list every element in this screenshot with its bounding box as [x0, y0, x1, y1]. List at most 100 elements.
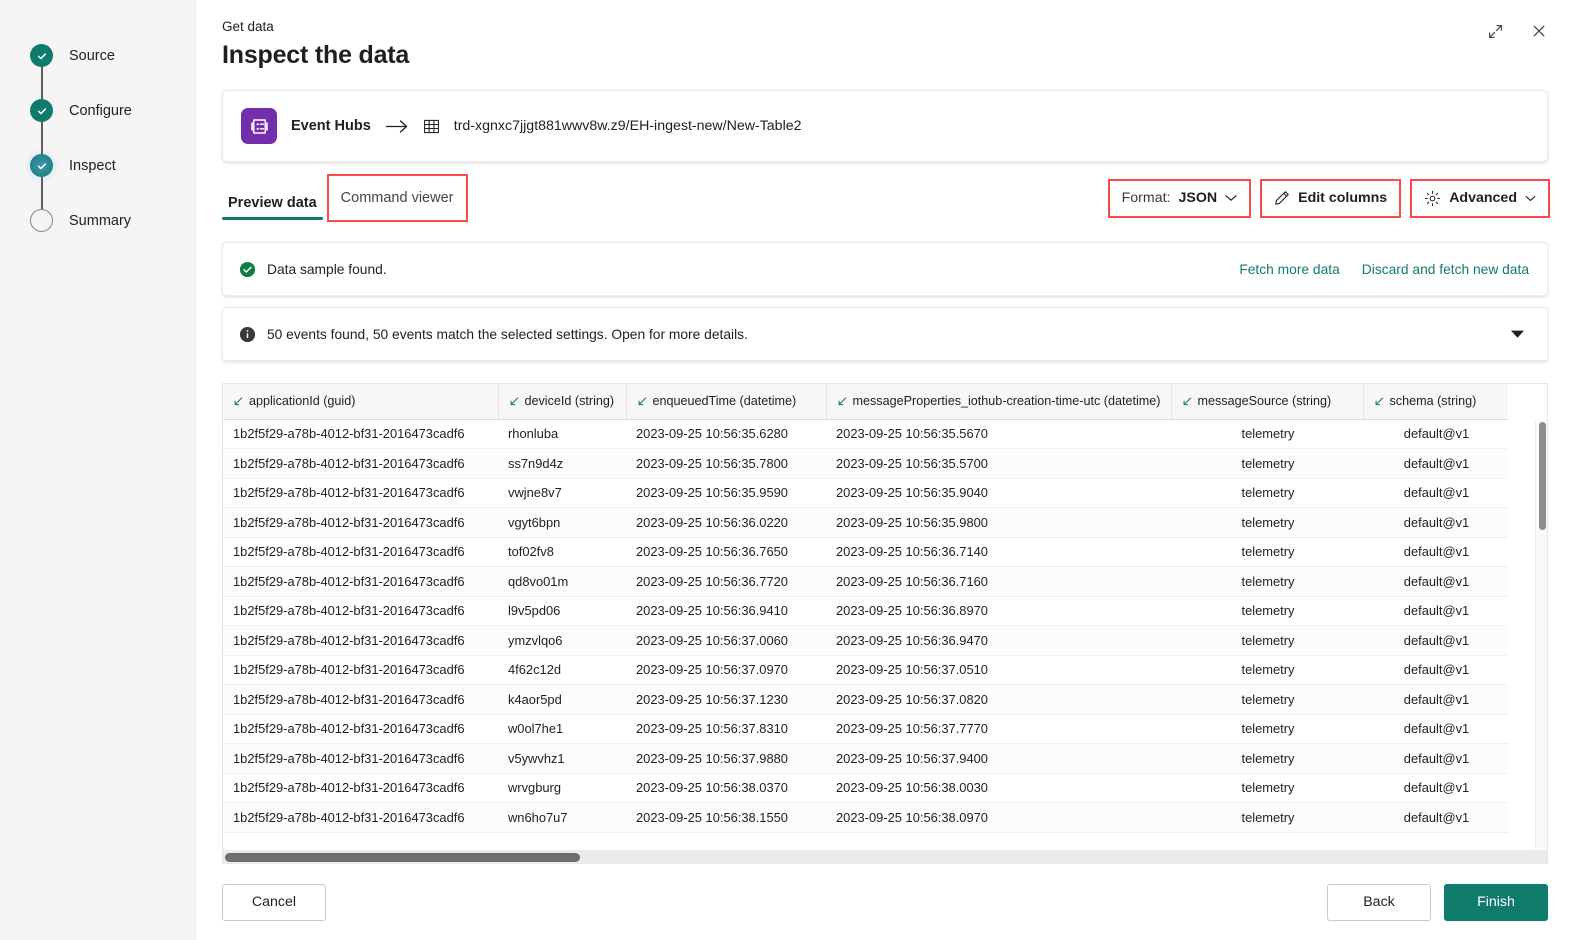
table-cell: 2023-09-25 10:56:36.0220	[626, 507, 826, 538]
table-cell: 4f62c12d	[498, 655, 626, 685]
table-cell: telemetry	[1171, 743, 1363, 774]
edit-columns-button[interactable]: Edit columns	[1260, 178, 1402, 218]
format-dropdown[interactable]: Format: JSON	[1107, 178, 1252, 218]
cancel-button[interactable]: Cancel	[222, 883, 326, 921]
table-cell: 2023-09-25 10:56:37.1230	[626, 684, 826, 715]
table-cell: 1b2f5f29-a78b-4012-bf31-2016473cadf6	[223, 743, 498, 774]
column-header-label: schema (string)	[1389, 394, 1477, 409]
finish-button[interactable]: Finish	[1444, 883, 1548, 921]
table-cell: 2023-09-25 10:56:37.8310	[626, 714, 826, 744]
table-cell: 1b2f5f29-a78b-4012-bf31-2016473cadf6	[223, 566, 498, 597]
table-cell: telemetry	[1171, 596, 1363, 626]
table-row[interactable]: 1b2f5f29-a78b-4012-bf31-2016473cadf6 ss7n…	[223, 448, 1508, 479]
table-cell: vwjne8v7	[498, 478, 626, 508]
wizard-connector-line	[41, 55, 43, 221]
sort-arrow-icon	[1374, 396, 1385, 407]
main-pane: Get data Inspect the data Event Hubs trd…	[196, 0, 1576, 940]
events-info-banner[interactable]: 50 events found, 50 events match the sel…	[222, 307, 1548, 361]
table-cell: 2023-09-25 10:56:36.7140	[826, 537, 1171, 567]
back-button[interactable]: Back	[1327, 883, 1431, 921]
wizard-step-summary[interactable]: Summary	[0, 193, 195, 248]
table-cell: 2023-09-25 10:56:35.5700	[826, 448, 1171, 479]
edit-columns-label: Edit columns	[1298, 190, 1388, 206]
banner-actions: Fetch more data Discard and fetch new da…	[1239, 262, 1529, 277]
sort-arrow-icon	[837, 396, 848, 407]
table-cell: default@v1	[1363, 507, 1508, 538]
caret-down-icon[interactable]	[1506, 325, 1529, 343]
step-circle-empty-icon	[30, 209, 53, 232]
footer-right-actions: Back Finish	[1327, 883, 1548, 921]
table-row[interactable]: 1b2f5f29-a78b-4012-bf31-2016473cadf6 qd8v…	[223, 566, 1508, 597]
wizard-step-label: Summary	[69, 212, 132, 229]
info-icon	[239, 326, 256, 343]
step-check-icon	[30, 99, 53, 122]
page-title: Inspect the data	[222, 41, 410, 69]
table-cell: 2023-09-25 10:56:35.7800	[626, 448, 826, 479]
table-cell: tof02fv8	[498, 537, 626, 567]
wizard-sidebar: Source Configure Inspect Summary	[0, 0, 196, 940]
table-row[interactable]: 1b2f5f29-a78b-4012-bf31-2016473cadf6 l9v5…	[223, 596, 1508, 626]
table-cell: ss7n9d4z	[498, 448, 626, 479]
success-check-icon	[239, 261, 256, 278]
tab-preview-data[interactable]: Preview data	[222, 176, 323, 220]
table-cell: 2023-09-25 10:56:37.0970	[626, 655, 826, 685]
table-cell: 1b2f5f29-a78b-4012-bf31-2016473cadf6	[223, 655, 498, 685]
column-header-inner: messageProperties_iothub-creation-time-u…	[837, 394, 1163, 408]
table-cell: 2023-09-25 10:56:37.0060	[626, 625, 826, 656]
table-header: applicationId (guid) deviceId (string) enq…	[223, 384, 1508, 420]
table-icon	[423, 118, 440, 135]
table-row[interactable]: 1b2f5f29-a78b-4012-bf31-2016473cadf6 rhon…	[223, 419, 1508, 449]
sort-arrow-icon	[233, 396, 244, 407]
column-header[interactable]: applicationId (guid)	[223, 384, 498, 420]
table-cell: 1b2f5f29-a78b-4012-bf31-2016473cadf6	[223, 625, 498, 656]
wizard-step-source[interactable]: Source	[0, 28, 195, 83]
arrow-right-icon	[385, 119, 409, 134]
table-cell: 1b2f5f29-a78b-4012-bf31-2016473cadf6	[223, 419, 498, 449]
table-cell: w0ol7he1	[498, 714, 626, 744]
table-row[interactable]: 1b2f5f29-a78b-4012-bf31-2016473cadf6 wn6h…	[223, 802, 1508, 833]
table-cell: 1b2f5f29-a78b-4012-bf31-2016473cadf6	[223, 684, 498, 715]
table-cell: default@v1	[1363, 714, 1508, 744]
table-row[interactable]: 1b2f5f29-a78b-4012-bf31-2016473cadf6 v5yw…	[223, 743, 1508, 774]
horizontal-scrollbar-thumb[interactable]	[225, 852, 580, 862]
table-cell: default@v1	[1363, 448, 1508, 479]
table-cell: 2023-09-25 10:56:36.9410	[626, 596, 826, 626]
column-header[interactable]: messageProperties_iothub-creation-time-u…	[825, 384, 1171, 420]
column-header[interactable]: messageSource (string)	[1170, 384, 1363, 420]
grid-toolbar: Format: JSON Edit columns Advanced	[1107, 178, 1550, 218]
close-icon[interactable]	[1524, 16, 1554, 46]
table-row[interactable]: 1b2f5f29-a78b-4012-bf31-2016473cadf6 ymzv…	[223, 625, 1508, 656]
column-header[interactable]: schema (string)	[1362, 384, 1508, 420]
discard-and-fetch-new-data-link[interactable]: Discard and fetch new data	[1362, 262, 1529, 277]
wizard-step-inspect[interactable]: Inspect	[0, 138, 195, 193]
column-header-inner: deviceId (string)	[509, 394, 618, 408]
table-cell: 2023-09-25 10:56:37.0820	[826, 684, 1171, 715]
step-check-icon	[30, 44, 53, 67]
expand-icon[interactable]	[1480, 16, 1510, 46]
table-row[interactable]: 1b2f5f29-a78b-4012-bf31-2016473cadf6 vwjn…	[223, 478, 1508, 508]
tab-command-viewer[interactable]: Command viewer	[326, 174, 468, 222]
column-header[interactable]: enqueuedTime (datetime)	[625, 384, 826, 420]
wizard-steps: Source Configure Inspect Summary	[0, 28, 195, 248]
column-header[interactable]: deviceId (string)	[497, 384, 626, 420]
table-cell: 1b2f5f29-a78b-4012-bf31-2016473cadf6	[223, 802, 498, 833]
destination-path: trd-xgnxc7jjgt881wwv8w.z9/EH-ingest-new/…	[453, 118, 802, 134]
table-cell: qd8vo01m	[498, 566, 626, 597]
table-cell: 2023-09-25 10:56:35.9800	[826, 507, 1171, 538]
table-row[interactable]: 1b2f5f29-a78b-4012-bf31-2016473cadf6 w0ol…	[223, 714, 1508, 744]
fetch-more-data-link[interactable]: Fetch more data	[1239, 262, 1339, 277]
table-row[interactable]: 1b2f5f29-a78b-4012-bf31-2016473cadf6 wrvg…	[223, 773, 1508, 803]
table-row[interactable]: 1b2f5f29-a78b-4012-bf31-2016473cadf6 tof0…	[223, 537, 1508, 567]
sort-arrow-icon	[1182, 396, 1193, 407]
table-cell: 2023-09-25 10:56:36.7720	[626, 566, 826, 597]
table-cell: 2023-09-25 10:56:37.9400	[826, 743, 1171, 774]
horizontal-scrollbar[interactable]	[223, 850, 1547, 864]
vertical-scrollbar[interactable]	[1535, 420, 1547, 864]
wizard-step-configure[interactable]: Configure	[0, 83, 195, 138]
vertical-scrollbar-thumb[interactable]	[1538, 422, 1546, 530]
advanced-button[interactable]: Advanced	[1410, 178, 1550, 218]
table-row[interactable]: 1b2f5f29-a78b-4012-bf31-2016473cadf6 k4ao…	[223, 684, 1508, 715]
table-cell: 2023-09-25 10:56:35.9590	[626, 478, 826, 508]
table-row[interactable]: 1b2f5f29-a78b-4012-bf31-2016473cadf6 4f62…	[223, 655, 1508, 685]
table-row[interactable]: 1b2f5f29-a78b-4012-bf31-2016473cadf6 vgyt…	[223, 507, 1508, 538]
